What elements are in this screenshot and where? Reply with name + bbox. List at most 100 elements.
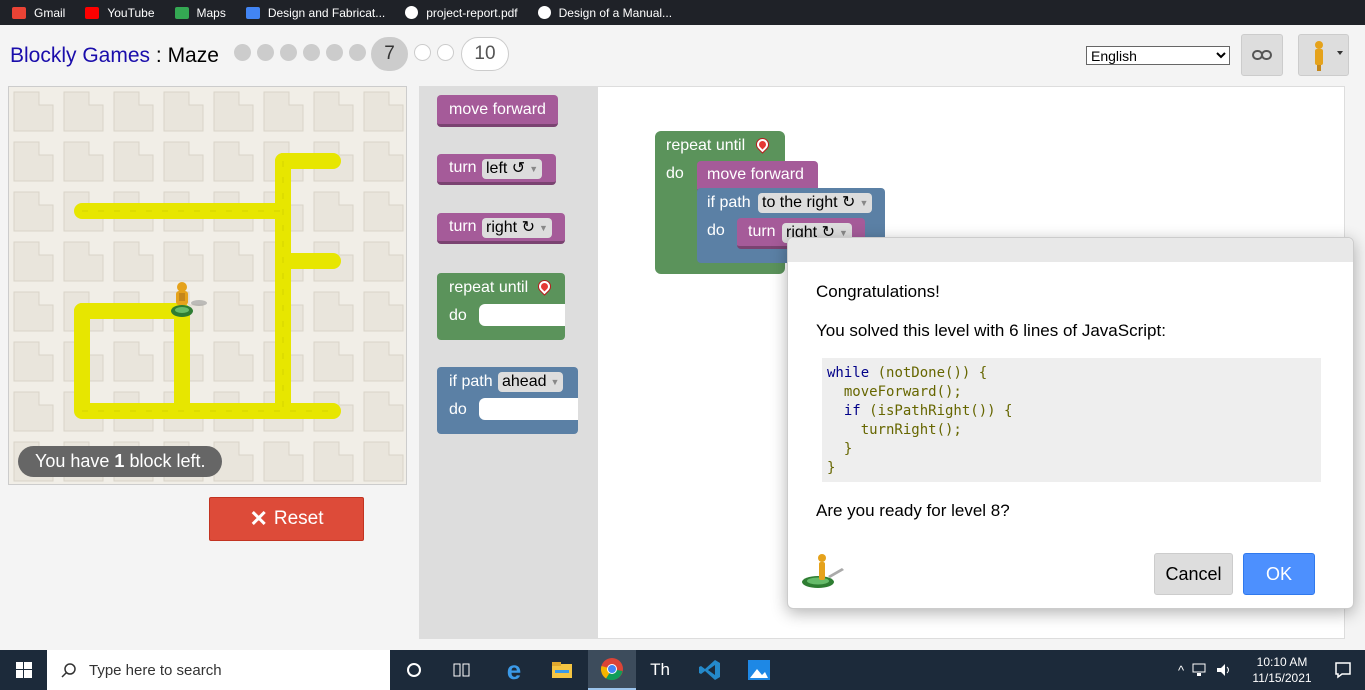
direction-dropdown[interactable]: right ↻ ▼ [482,218,552,238]
vscode-button[interactable] [686,650,734,690]
language-select[interactable]: English [1086,46,1230,65]
maze-board [8,86,407,485]
block-statement-slot [479,304,565,326]
capacity-count: 1 [114,451,125,471]
direction-value: right ↻ [486,219,535,237]
chevron-up-icon[interactable]: ^ [1178,663,1184,678]
toolbox-block-if-path[interactable]: if path ahead ▼ do [437,367,578,434]
goal-marker-icon [536,278,553,295]
reset-label: Reset [273,508,324,529]
dialog-title: Congratulations! [816,282,940,301]
clock-date: 11/15/2021 [1252,671,1312,685]
taskbar-clock[interactable]: 10:10 AM 11/15/2021 [1244,654,1320,686]
search-placeholder: Type here to search [89,661,222,679]
vscode-icon [699,660,720,680]
edge-button[interactable]: e [490,650,538,690]
path-dropdown[interactable]: ahead ▼ [498,372,564,392]
code-line: while (notDone()) { [827,364,1321,383]
capacity-suffix: block left. [129,451,206,471]
globe-icon [537,6,551,19]
dialog-title-bar[interactable] [788,238,1353,262]
windows-taskbar: Type here to search e Th ^ 10:10 AM 11/1… [0,650,1365,690]
close-icon: ✕ [249,506,268,531]
link-button[interactable] [1241,34,1283,76]
gmail-icon [12,6,26,19]
task-view-button[interactable] [438,650,486,690]
toolbox-block-move-forward[interactable]: move forward [437,95,558,127]
path-dropdown[interactable]: to the right ↻ ▼ [758,193,873,213]
start-button[interactable] [0,650,47,690]
edge-icon: e [506,654,522,685]
block-label: move forward [707,166,804,183]
link-icon [1252,50,1272,60]
system-tray: ^ [1178,650,1232,690]
block-do-label: do [707,222,725,239]
volume-icon[interactable] [1216,663,1232,677]
path-value: to the right ↻ [762,194,856,212]
dialog-question: Are you ready for level 8? [816,501,1010,520]
code-line: moveForward(); [827,384,962,400]
block-label: turn [449,218,477,235]
level-6-link[interactable] [349,44,366,61]
cortana-button[interactable] [390,650,438,690]
bookmark-gmail[interactable]: Gmail [12,6,65,20]
level-3-link[interactable] [280,44,297,61]
typora-icon: Th [650,660,670,679]
toolbox-block-turn-left[interactable]: turn left ↺ ▼ [437,154,556,185]
globe-icon [405,6,419,19]
level-5-link[interactable] [326,44,343,61]
dialog-text: You solved this level with 6 lines of Ja… [816,321,1166,340]
bookmark-label: Design of a Manual... [558,5,673,20]
level-9-link[interactable] [437,44,454,61]
title-separator: : [150,44,168,67]
reset-button[interactable]: ✕ Reset [209,497,364,541]
level-2-link[interactable] [257,44,274,61]
level-current[interactable]: 7 [371,37,408,71]
block-label: repeat until [449,279,529,296]
goal-marker-icon [754,136,771,153]
bookmark-youtube[interactable]: YouTube [85,5,155,20]
bookmark-project-report[interactable]: project-report.pdf [405,6,518,20]
photos-button[interactable] [735,650,783,690]
windows-icon [15,662,32,678]
pegman-select-button[interactable] [1298,34,1349,76]
block-label: turn [748,223,776,240]
block-statement-slot [479,398,578,420]
code-line: } [827,460,836,476]
block-label: turn [449,159,477,176]
level-4-link[interactable] [303,44,320,61]
level-last[interactable]: 10 [461,37,509,71]
chrome-button[interactable] [588,650,636,690]
toolbox-block-turn-right[interactable]: turn right ↻ ▼ [437,213,565,244]
youtube-icon [85,6,100,19]
maps-icon [174,6,189,19]
direction-dropdown[interactable]: left ↺ ▼ [482,159,543,179]
block-label: move forward [449,101,546,118]
code-line: } [827,441,853,457]
bookmark-design-manual[interactable]: Design of a Manual... [537,5,673,20]
capacity-prefix: You have [35,451,110,471]
notification-center-button[interactable] [1320,650,1365,690]
level-8-link[interactable] [414,44,431,61]
block-do-label: do [449,401,467,418]
toolbox-block-repeat-until[interactable]: repeat until do [437,273,565,340]
search-icon [61,663,76,678]
direction-value: left ↺ [486,160,526,178]
ok-button[interactable]: OK [1243,553,1315,595]
pegman-icon [802,554,844,588]
block-label: repeat until [666,137,746,154]
level-1-link[interactable] [234,44,251,61]
network-icon[interactable] [1192,663,1210,677]
page-title: Blockly Games : Maze [10,44,219,68]
bookmark-design-fabrication[interactable]: Design and Fabricat... [245,6,385,20]
file-explorer-button[interactable] [538,650,586,690]
capacity-bubble: You have 1 block left. [18,446,223,477]
typora-button[interactable]: Th [636,650,684,690]
cancel-button[interactable]: Cancel [1154,553,1233,595]
bookmark-maps[interactable]: Maps [174,6,226,20]
bookmarks-bar: Gmail YouTube Maps Design and Fabricat..… [0,0,1365,25]
blockly-games-link[interactable]: Blockly Games [10,44,150,67]
taskbar-search-box[interactable]: Type here to search [47,650,390,690]
bookmark-label: YouTube [107,5,155,20]
path-value: ahead [502,373,547,391]
